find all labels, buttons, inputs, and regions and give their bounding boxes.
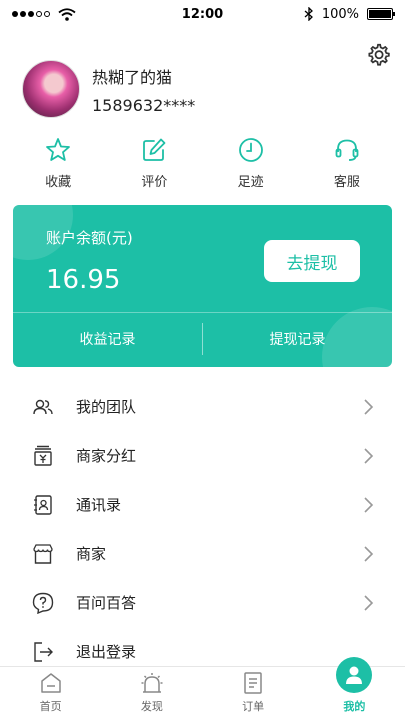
tab-mine[interactable]: 我的 xyxy=(314,657,394,720)
menu-item-team[interactable]: 我的团队 xyxy=(0,382,405,431)
clock-icon xyxy=(238,138,263,162)
question-icon xyxy=(32,592,54,614)
bluetooth-icon xyxy=(304,7,313,21)
logout-icon xyxy=(34,641,53,662)
quick-label: 足迹 xyxy=(237,175,264,190)
signal-icon xyxy=(12,11,50,17)
tab-label: 发现 xyxy=(140,700,163,713)
profile-text: 热糊了的猫 1589632**** xyxy=(92,64,195,115)
team-icon xyxy=(33,399,53,414)
status-right: 100% xyxy=(304,6,395,22)
card-divider xyxy=(13,312,392,313)
status-bar: 12:00 100% xyxy=(0,0,405,28)
tab-orders[interactable]: 订单 xyxy=(213,671,293,720)
star-icon xyxy=(46,138,71,161)
home-icon xyxy=(40,673,61,693)
quick-favorites[interactable]: 收藏 xyxy=(23,136,93,190)
quick-service[interactable]: 客服 xyxy=(312,136,382,190)
menu-list: 我的团队 商家分红 通讯录 商家 百问百答 退出登录 xyxy=(0,382,405,676)
quick-label: 评价 xyxy=(141,175,168,190)
contacts-icon xyxy=(34,494,52,515)
username: 热糊了的猫 xyxy=(92,67,173,87)
edit-icon xyxy=(143,138,166,161)
tab-home[interactable]: 首页 xyxy=(11,671,91,720)
withdraw-button[interactable]: 去提现 xyxy=(264,240,360,282)
menu-item-faq[interactable]: 百问百答 xyxy=(0,578,405,627)
menu-item-label: 百问百答 xyxy=(76,594,137,612)
chevron-right-icon xyxy=(364,398,374,415)
menu-item-merchant[interactable]: 商家 xyxy=(0,529,405,578)
headset-icon xyxy=(335,139,359,161)
tab-bar: 首页 发现 订单 我的 xyxy=(0,657,405,720)
menu-item-label: 通讯录 xyxy=(76,496,122,514)
status-left xyxy=(12,7,76,21)
balance-label: 账户余额(元) xyxy=(46,229,133,247)
quick-label: 收藏 xyxy=(45,175,72,190)
wifi-icon xyxy=(58,7,76,21)
menu-item-contacts[interactable]: 通讯录 xyxy=(0,480,405,529)
tab-label: 我的 xyxy=(343,700,366,713)
quick-label: 客服 xyxy=(333,175,360,190)
tab-discover[interactable]: 发现 xyxy=(112,671,192,720)
chevron-right-icon xyxy=(364,594,374,611)
gear-icon[interactable] xyxy=(365,42,391,68)
battery-percent: 100% xyxy=(321,6,359,22)
chevron-right-icon xyxy=(364,447,374,464)
quick-reviews[interactable]: 评价 xyxy=(119,136,189,190)
store-icon xyxy=(33,543,53,564)
chevron-right-icon xyxy=(364,545,374,562)
discover-icon xyxy=(141,673,163,693)
chevron-right-icon xyxy=(364,496,374,513)
withdraw-records-link[interactable]: 提现记录 xyxy=(203,329,392,349)
balance-card: 账户余额(元) 16.95 去提现 收益记录 提现记录 xyxy=(13,205,392,367)
menu-item-merchant-bonus[interactable]: 商家分红 xyxy=(0,431,405,480)
tab-label: 首页 xyxy=(39,700,62,713)
tab-label: 订单 xyxy=(242,700,265,713)
order-icon xyxy=(244,672,262,694)
quick-footprints[interactable]: 足迹 xyxy=(216,136,286,190)
profile-header[interactable]: 热糊了的猫 1589632**** xyxy=(22,60,195,118)
battery-icon xyxy=(367,8,395,20)
menu-item-label: 我的团队 xyxy=(76,398,137,416)
quick-actions: 收藏 评价 足迹 客服 xyxy=(0,136,405,190)
bonus-icon xyxy=(34,445,52,466)
income-records-link[interactable]: 收益记录 xyxy=(13,329,202,349)
phone-number: 1589632**** xyxy=(92,95,196,115)
menu-item-label: 商家分红 xyxy=(76,447,137,465)
balance-value: 16.95 xyxy=(46,265,121,295)
menu-item-label: 商家 xyxy=(76,545,107,563)
profile-icon xyxy=(336,657,373,693)
avatar[interactable] xyxy=(22,60,80,118)
